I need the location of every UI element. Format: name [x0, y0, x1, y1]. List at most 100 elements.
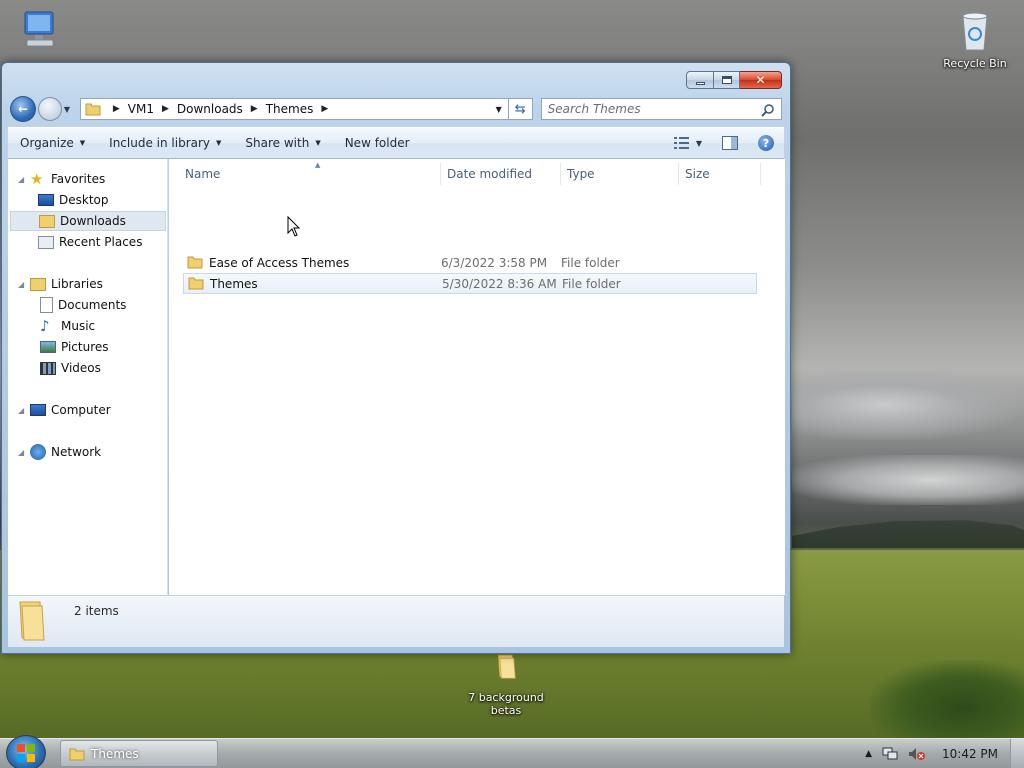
expand-icon[interactable]: ◢ [18, 406, 28, 415]
desktop-icon-folder[interactable]: 7 background betas [460, 652, 552, 717]
system-tray: ▲ 10:42 PM [865, 739, 998, 768]
folder-icon [497, 654, 516, 679]
videos-icon [40, 361, 56, 375]
column-header-type[interactable]: Type [561, 163, 679, 185]
recycle-bin-icon [962, 12, 988, 51]
minimize-icon [695, 81, 705, 85]
item-count: 2 items [74, 604, 119, 618]
include-in-library-button[interactable]: Include in library ▼ [97, 128, 233, 158]
nav-desktop[interactable]: Desktop [8, 190, 166, 210]
arrow-left-icon: ← [17, 102, 28, 116]
file-name-cell: Themes [184, 277, 442, 291]
new-folder-button[interactable]: New folder [333, 128, 422, 158]
folder-icon [19, 601, 45, 641]
computer-icon [30, 404, 46, 416]
folder-icon [69, 748, 85, 760]
share-with-button[interactable]: Share with ▼ [233, 128, 332, 158]
search-input[interactable] [547, 102, 748, 116]
search-icon[interactable] [761, 103, 775, 117]
navigation-pane: ◢ ★ Favorites Desktop Downloads Recent P… [8, 159, 168, 595]
view-options-icon[interactable] [673, 137, 690, 149]
breadcrumb-vm1[interactable]: VM1 [128, 102, 154, 116]
expand-icon[interactable]: ◢ [18, 448, 28, 457]
forward-button[interactable] [37, 97, 62, 121]
taskbar-button-themes[interactable]: Themes [60, 740, 218, 767]
breadcrumb-separator[interactable]: ▶ [251, 104, 258, 114]
wallpaper-bush [870, 660, 1024, 740]
folder-label: 7 background betas [468, 691, 544, 717]
nav-computer[interactable]: ◢ Computer [8, 400, 166, 420]
music-icon: ♪ [40, 317, 50, 335]
minimize-button[interactable] [686, 71, 714, 89]
nav-libraries[interactable]: ◢ Libraries [8, 274, 166, 294]
nav-pictures[interactable]: Pictures [8, 337, 166, 357]
computer-icon [24, 11, 54, 47]
clock[interactable]: 10:42 PM [942, 747, 998, 761]
close-button[interactable]: ✕ [740, 71, 782, 89]
expand-icon[interactable]: ◢ [18, 280, 28, 289]
column-header-name[interactable]: Name ▲ [179, 161, 441, 185]
nav-music[interactable]: ♪ Music [8, 316, 166, 336]
refresh-button[interactable]: ⇆ [508, 98, 533, 120]
volume-muted-icon[interactable] [908, 747, 926, 761]
show-desktop-button[interactable] [1010, 739, 1024, 768]
organize-button[interactable]: Organize ▼ [8, 128, 97, 158]
table-row[interactable]: Themes 5/30/2022 8:36 AM File folder [183, 273, 757, 294]
folder-icon [188, 277, 204, 290]
column-header-size[interactable]: Size [679, 163, 761, 185]
date-modified-cell: 5/30/2022 8:36 AM [442, 276, 557, 291]
refresh-icon: ⇆ [514, 101, 526, 117]
date-modified-cell: 6/3/2022 3:58 PM [441, 255, 548, 270]
file-name-cell: Ease of Access Themes [183, 256, 441, 270]
mouse-cursor-icon [287, 216, 301, 237]
search-box[interactable] [540, 98, 782, 120]
address-bar[interactable]: ▶ VM1 ▶ Downloads ▶ Themes ▶ ▼ [79, 98, 509, 120]
back-button[interactable]: ← [10, 96, 36, 122]
network-icon [30, 444, 46, 460]
recent-pages-dropdown[interactable]: ▼ [64, 105, 76, 114]
show-hidden-icons-icon[interactable]: ▲ [865, 749, 872, 759]
nav-videos[interactable]: Videos [8, 358, 166, 378]
recycle-bin-label: Recycle Bin [943, 57, 1007, 70]
close-icon: ✕ [755, 73, 766, 87]
nav-documents[interactable]: Documents [8, 295, 166, 315]
breadcrumb-separator[interactable]: ▶ [113, 104, 120, 114]
windows-logo-icon [17, 744, 35, 762]
details-pane: 2 items [8, 595, 784, 647]
desktop-icon-computer[interactable] [14, 8, 64, 57]
maximize-button[interactable] [714, 71, 740, 89]
breadcrumb-separator[interactable]: ▶ [162, 104, 169, 114]
nav-recent-places[interactable]: Recent Places [8, 232, 166, 252]
address-history-dropdown[interactable]: ▼ [490, 99, 508, 119]
desktop-icon [38, 194, 54, 206]
type-cell: File folder [561, 255, 620, 270]
pictures-icon [40, 341, 56, 353]
desktop-icon-recycle-bin[interactable]: Recycle Bin [940, 8, 1010, 70]
wallpaper-hills [792, 520, 1024, 548]
column-header-date-modified[interactable]: Date modified [441, 163, 561, 185]
view-options-dropdown[interactable]: ▼ [696, 139, 702, 148]
table-row[interactable]: Ease of Access Themes 6/3/2022 3:58 PM F… [183, 252, 757, 273]
preview-pane-icon[interactable] [722, 136, 738, 150]
breadcrumb-themes[interactable]: Themes [266, 102, 314, 116]
breadcrumb-downloads[interactable]: Downloads [177, 102, 243, 116]
network-status-icon[interactable] [882, 747, 898, 761]
window-controls: ✕ [686, 71, 782, 89]
wallpaper-clouds-lower [792, 455, 1024, 505]
documents-icon [40, 297, 53, 313]
start-button[interactable] [6, 735, 46, 768]
folder-icon [187, 256, 203, 269]
command-bar: Organize ▼ Include in library ▼ Share with… [8, 127, 784, 159]
taskbar: Themes ▲ 10:42 PM [0, 735, 1024, 768]
help-icon[interactable]: ? [758, 135, 774, 151]
breadcrumb-separator[interactable]: ▶ [321, 104, 328, 114]
nav-downloads[interactable]: Downloads [10, 211, 166, 231]
expand-icon[interactable]: ◢ [18, 175, 28, 184]
maximize-icon [721, 76, 732, 84]
chevron-down-icon: ▼ [216, 139, 222, 147]
nav-network[interactable]: ◢ Network [8, 442, 166, 462]
nav-favorites[interactable]: ◢ ★ Favorites [8, 169, 166, 189]
chevron-down-icon: ▼ [79, 139, 86, 147]
type-cell: File folder [562, 276, 621, 291]
navigation-bar: ← ▼ ▶ VM1 ▶ Downloads ▶ Themes ▶ ▼ ⇆ [10, 95, 782, 123]
